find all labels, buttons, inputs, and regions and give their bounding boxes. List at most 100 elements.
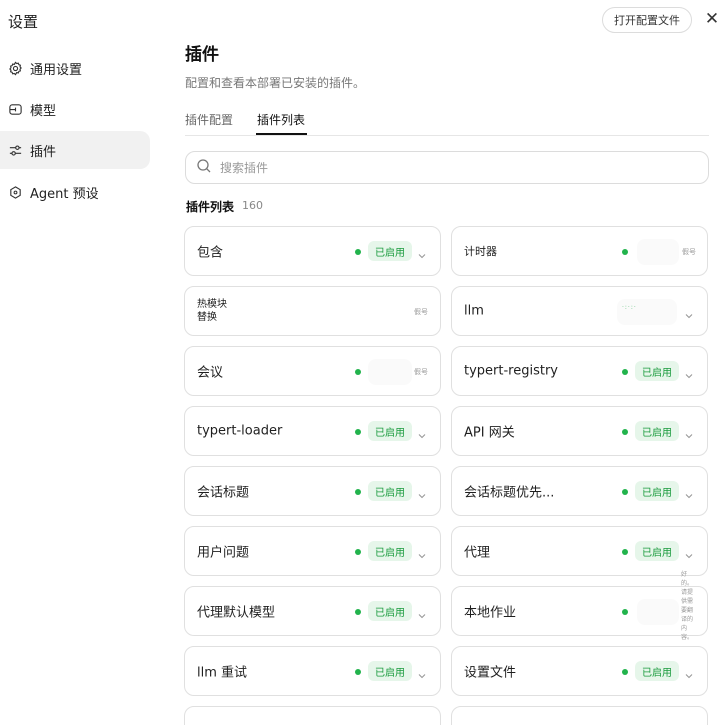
blank-area [637, 599, 679, 625]
status-badge: 已启用 [635, 361, 679, 381]
status-dot [355, 609, 361, 615]
open-config-file-button[interactable]: 打开配置文件 [602, 7, 692, 33]
plugin-card[interactable]: 代理默认模型 已启用 [184, 586, 441, 636]
mini-label: 假号 [414, 308, 428, 316]
plugin-name: 设置文件 [464, 665, 517, 681]
sidebar-item-label: 插件 [30, 144, 57, 160]
status-dot [622, 669, 628, 675]
plugin-card[interactable]: llm 重试 已启用 [184, 646, 441, 696]
page-title: 插件 [185, 45, 219, 65]
plugin-card[interactable]: typert-loader 已启用 [184, 406, 441, 456]
chevron-down-icon[interactable] [417, 426, 427, 439]
chevron-down-icon[interactable] [684, 426, 694, 439]
plugin-name: typert-loader [197, 423, 283, 439]
plugin-name: typert-registry [464, 363, 559, 379]
mini-label: 假号 [682, 248, 696, 256]
status-dot [622, 429, 628, 435]
search-placeholder: 搜索插件 [220, 161, 269, 175]
sidebar-item-label: 通用设置 [30, 62, 83, 78]
status-badge: 已启用 [368, 481, 412, 501]
status-dot [622, 369, 628, 375]
plugin-card[interactable]: 设置文件 已启用 [451, 646, 708, 696]
plugin-card[interactable]: 本地作业 [451, 586, 708, 636]
status-dot [622, 549, 628, 555]
tab-plugin-list[interactable]: 插件列表 [257, 111, 305, 128]
side-note: 好的。请提供需要翻译的内容。 [681, 571, 694, 641]
page-description: 配置和查看本部署已安装的插件。 [185, 76, 366, 90]
blank-area [368, 359, 412, 385]
status-dot [622, 489, 628, 495]
active-tab-indicator [256, 133, 307, 135]
plugin-name: 本地作业 [464, 605, 517, 621]
plugin-card[interactable]: 会话标题优先... 已启用 [451, 466, 708, 516]
plugin-name: 代理 [464, 545, 491, 561]
chevron-down-icon[interactable] [684, 666, 694, 679]
status-dot [355, 489, 361, 495]
plugin-card[interactable] [184, 706, 441, 725]
status-badge: 已启用 [368, 241, 412, 261]
blank-area [617, 299, 677, 325]
status-dot [355, 369, 361, 375]
status-dot [355, 669, 361, 675]
chevron-down-icon[interactable] [684, 366, 694, 379]
chevron-down-icon[interactable] [684, 546, 694, 559]
plugin-card[interactable]: 会议 假号 [184, 346, 441, 396]
chevron-down-icon[interactable] [684, 486, 694, 499]
plugin-name: API 网关 [464, 425, 515, 441]
status-dot [355, 549, 361, 555]
plugin-list-heading: 插件列表 [186, 200, 235, 214]
plugin-card[interactable]: 代理 已启用 [451, 526, 708, 576]
decorative-speck: ·:·:· [622, 304, 637, 311]
status-badge: 已启用 [368, 601, 412, 621]
sidebar-item-general-settings[interactable]: 通用设置 [0, 49, 150, 87]
plugin-name: 会话标题优先... [464, 485, 555, 501]
plugin-card[interactable]: API 网关 已启用 [451, 406, 708, 456]
plugin-card[interactable]: 会话标题 已启用 [184, 466, 441, 516]
plugin-name: 代理默认模型 [197, 605, 276, 621]
gear-icon [7, 60, 23, 76]
sidebar-item-agent-presets[interactable]: Agent 预设 [0, 173, 150, 211]
plugin-name: 用户问题 [197, 545, 250, 561]
status-dot [622, 609, 628, 615]
tabs-divider [185, 135, 709, 136]
status-dot [355, 429, 361, 435]
status-dot [622, 249, 628, 255]
plugin-card[interactable]: 包含 已启用 [184, 226, 441, 276]
chevron-down-icon[interactable] [417, 666, 427, 679]
status-badge: 已启用 [368, 541, 412, 561]
chevron-down-icon[interactable] [417, 606, 427, 619]
sidebar-item-label: 模型 [30, 103, 57, 119]
window-title: 设置 [8, 13, 39, 31]
sidebar-item-label: Agent 预设 [30, 186, 99, 202]
close-icon[interactable]: ✕ [703, 9, 721, 29]
plugin-count: 160 [242, 199, 263, 212]
mini-label: 假号 [414, 368, 428, 376]
sliders-icon [7, 142, 23, 158]
plugin-name: llm 重试 [197, 665, 248, 681]
plugin-card[interactable] [451, 706, 708, 725]
plugin-name: 热模块 替换 [197, 299, 227, 323]
status-badge: 已启用 [635, 421, 679, 441]
chevron-down-icon[interactable] [684, 306, 694, 319]
chevron-down-icon[interactable] [417, 546, 427, 559]
search-input[interactable]: 搜索插件 [185, 151, 709, 184]
status-badge: 已启用 [368, 661, 412, 681]
model-icon [7, 101, 23, 117]
plugin-card[interactable]: llm ·:·:· [451, 286, 708, 336]
status-badge: 已启用 [635, 481, 679, 501]
chevron-down-icon[interactable] [417, 246, 427, 259]
plugin-card[interactable]: 计时器 假号 [451, 226, 708, 276]
status-badge: 已启用 [635, 541, 679, 561]
status-badge: 已启用 [368, 421, 412, 441]
plugin-card[interactable]: 热模块 替换 假号 [184, 286, 441, 336]
plugin-card[interactable]: 用户问题 已启用 [184, 526, 441, 576]
agent-icon [7, 184, 23, 200]
plugin-name: 包含 [197, 245, 224, 261]
sidebar-item-models[interactable]: 模型 [0, 90, 150, 128]
sidebar-item-plugins[interactable]: 插件 [0, 131, 150, 169]
plugin-name: 会议 [197, 365, 224, 381]
tab-plugin-config[interactable]: 插件配置 [185, 111, 233, 128]
blank-area [637, 239, 679, 265]
plugin-card[interactable]: typert-registry 已启用 [451, 346, 708, 396]
chevron-down-icon[interactable] [417, 486, 427, 499]
